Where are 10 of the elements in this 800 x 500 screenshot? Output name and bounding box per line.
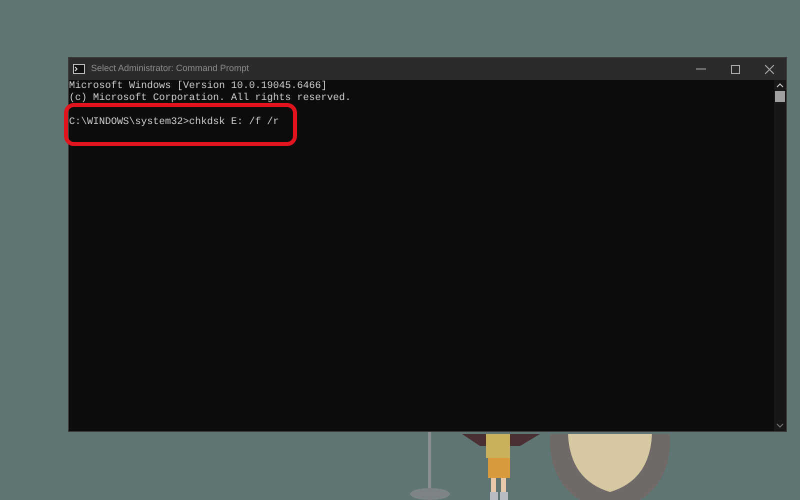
- console-line: Microsoft Windows [Version 10.0.19045.6466]: [69, 81, 328, 92]
- console-command: C:\WINDOWS\system32>chkdsk E: /f /r: [69, 117, 280, 129]
- scroll-down-icon: [776, 421, 784, 429]
- scroll-thumb[interactable]: [775, 91, 785, 102]
- console-line: (c) Microsoft Corporation. All rights reserved.: [69, 93, 352, 105]
- terminal-icon: [73, 64, 85, 74]
- close-icon: [764, 64, 774, 74]
- scroll-up-icon: [776, 82, 784, 90]
- window-title: Select Administrator: Command Prompt: [91, 62, 250, 76]
- maximize-icon: [730, 64, 740, 74]
